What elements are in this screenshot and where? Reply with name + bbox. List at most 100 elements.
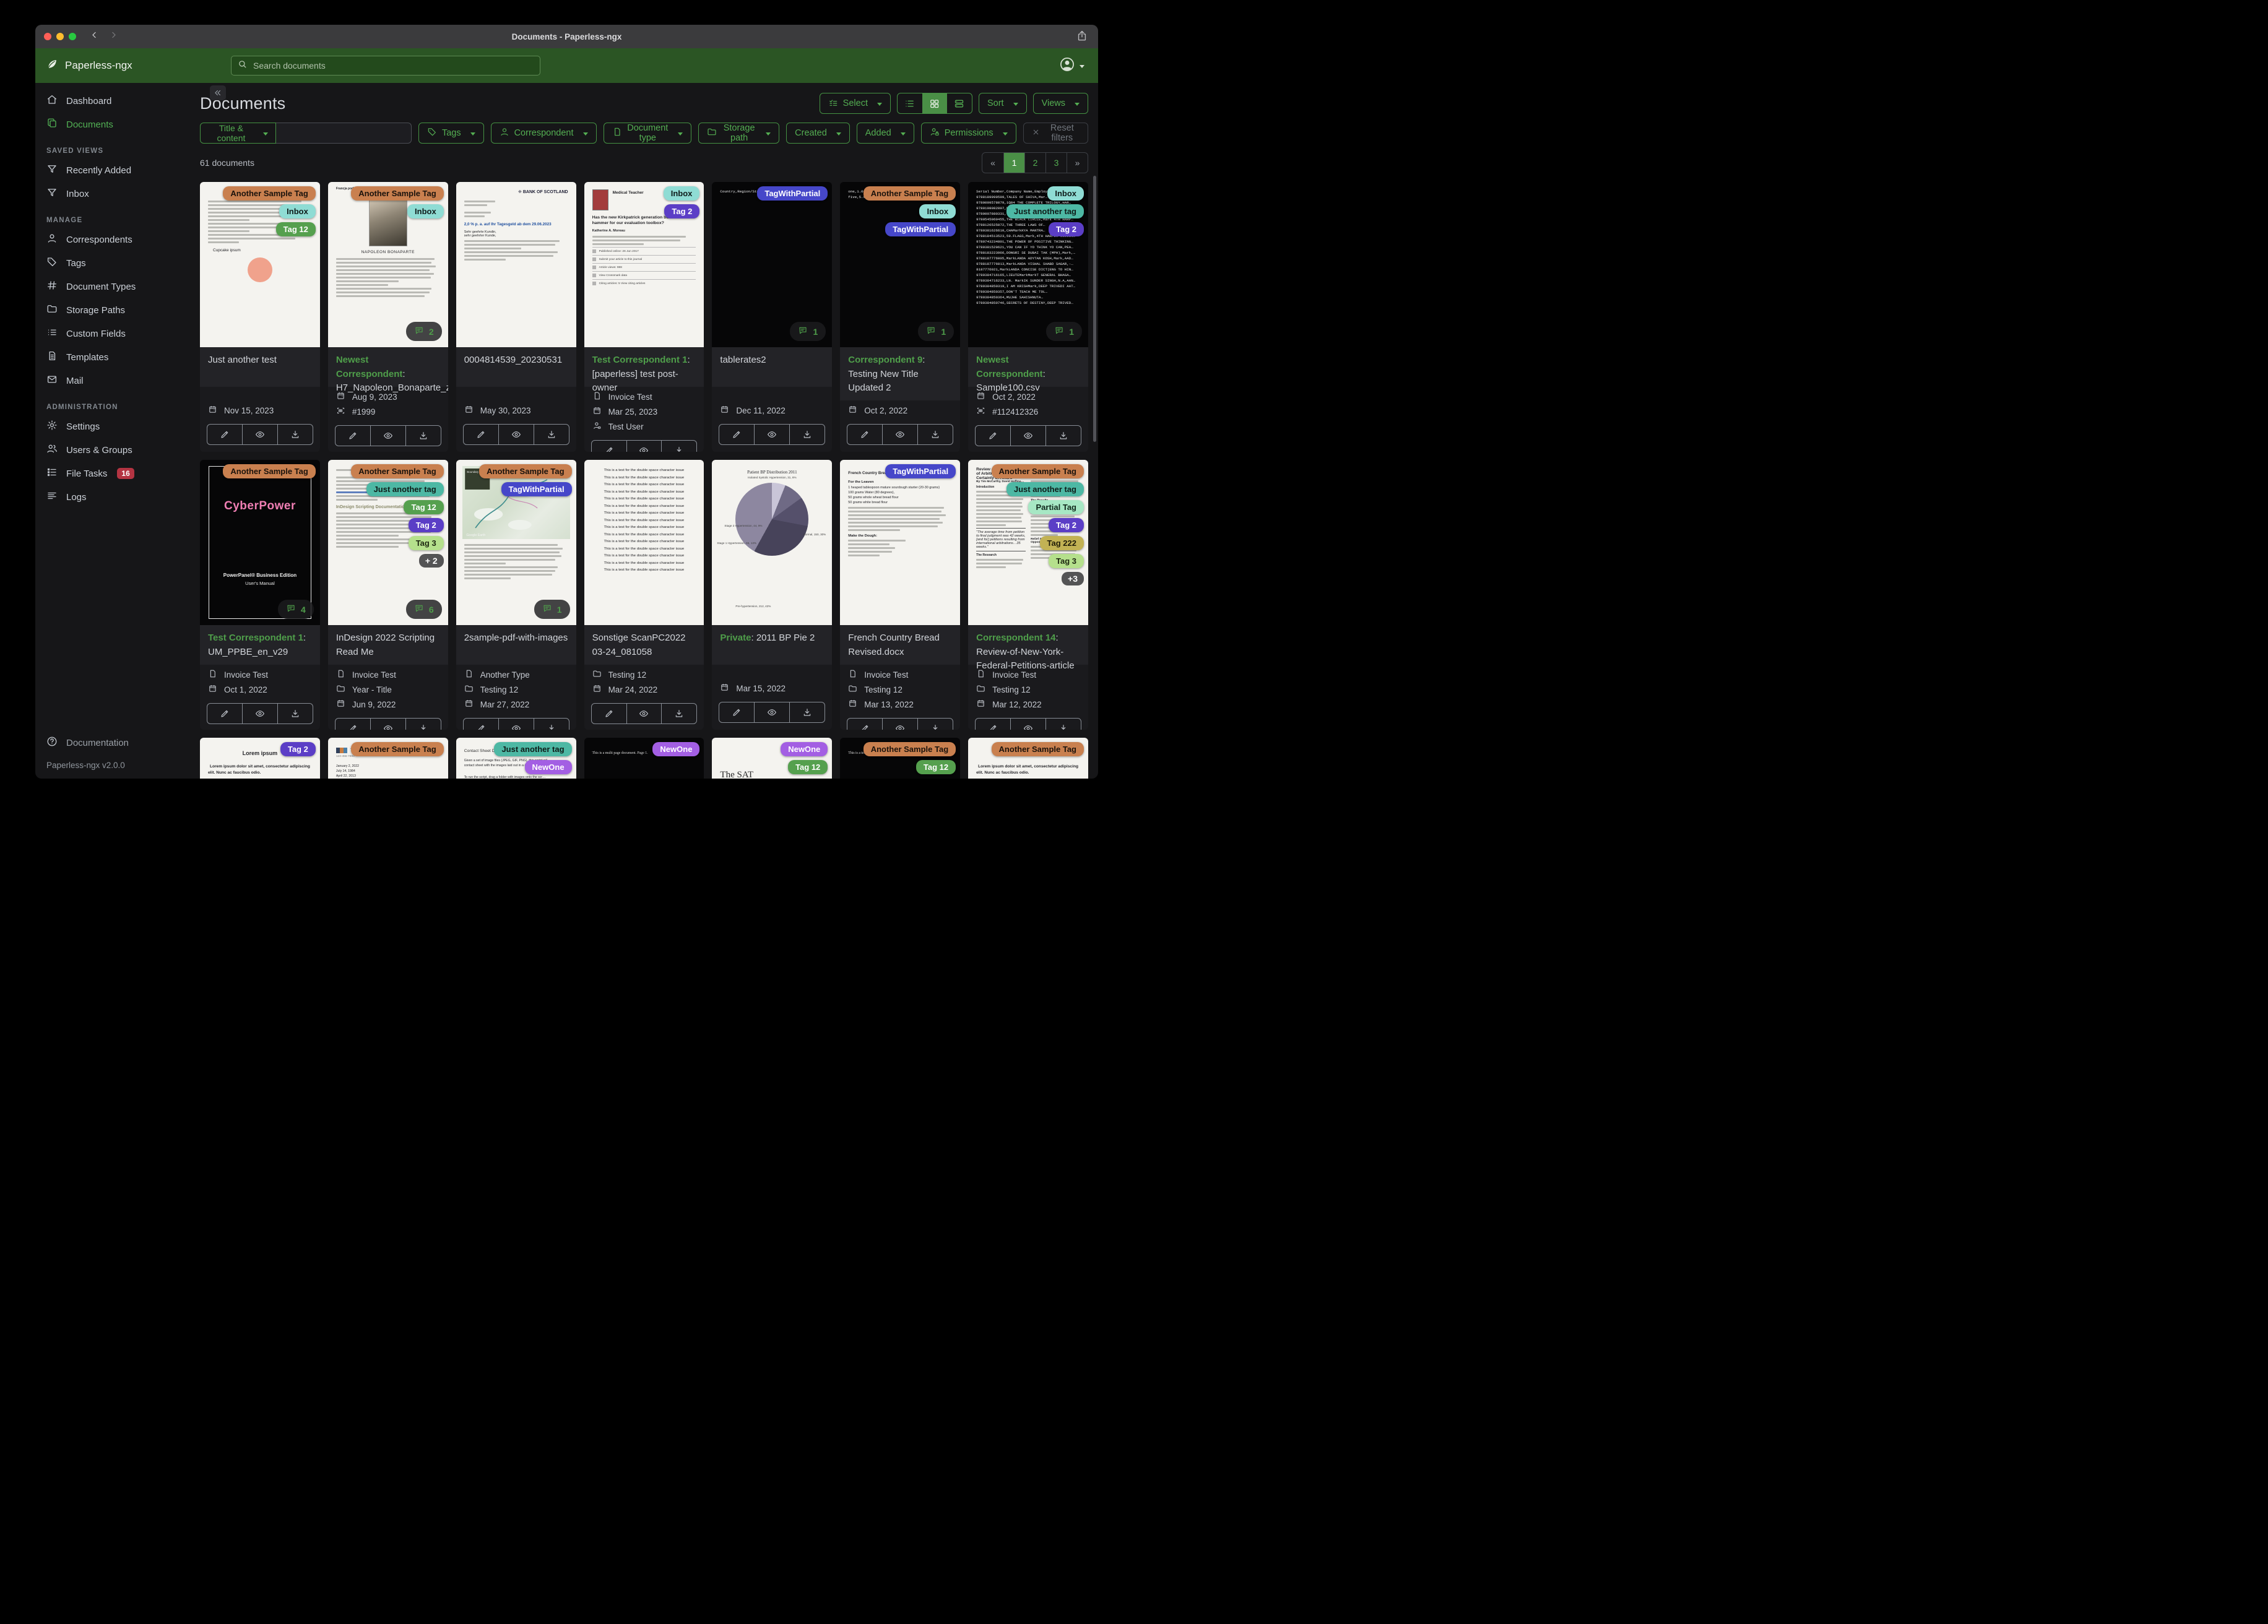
tag-pill-another-sample-tag[interactable]: Another Sample Tag (991, 742, 1084, 756)
filter-tags-button[interactable]: Tags (418, 123, 484, 144)
tag-pill-inbox[interactable]: Inbox (663, 186, 700, 201)
document-thumbnail[interactable]: This is a test for the double space char… (584, 460, 704, 625)
document-thumbnail[interactable]: Lorem ipsumLorem ipsum dolor sit amet, c… (968, 738, 1088, 779)
tag-pill-another-sample-tag[interactable]: Another Sample Tag (223, 464, 316, 478)
view-button[interactable] (1010, 425, 1047, 446)
filter-correspondent-button[interactable]: Correspondent (490, 123, 597, 144)
edit-button[interactable] (847, 718, 883, 730)
tag-pill-tag-2[interactable]: Tag 2 (1049, 518, 1084, 532)
sidebar-item-storage-paths[interactable]: Storage Paths (35, 298, 190, 322)
tag-pill-another-sample-tag[interactable]: Another Sample Tag (863, 742, 956, 756)
edit-button[interactable] (462, 718, 499, 730)
tag-pill-just-another-tag[interactable]: Just another tag (1006, 482, 1084, 496)
card-title[interactable]: Just another test (200, 347, 320, 387)
download-button[interactable] (405, 425, 441, 446)
document-thumbnail[interactable]: The SATPracticeTest #1Make time to take … (712, 738, 833, 779)
edit-button[interactable] (334, 718, 371, 730)
card-title[interactable]: Test Correspondent 1: [paperless] test p… (584, 347, 704, 393)
share-icon[interactable] (1076, 30, 1088, 45)
view-button[interactable] (498, 424, 534, 445)
edit-button[interactable] (591, 440, 627, 452)
tag-pill-another-sample-tag[interactable]: Another Sample Tag (351, 742, 444, 756)
view-button[interactable] (370, 718, 406, 730)
edit-button[interactable] (207, 703, 243, 724)
tag-pill-inbox[interactable]: Inbox (279, 204, 316, 218)
card-title[interactable]: Correspondent 9: Testing New Title Updat… (840, 347, 961, 400)
view-button[interactable] (754, 424, 790, 445)
view-button[interactable] (626, 703, 662, 724)
reset-filters-button[interactable]: Reset filters (1023, 123, 1089, 144)
tag-pill-tag-3[interactable]: Tag 3 (408, 536, 444, 550)
filter-permissions-button[interactable]: Permissions (920, 123, 1016, 144)
document-thumbnail[interactable]: Boundary Waters TripGoogle EarthAnother … (456, 460, 576, 625)
sidebar-item-dashboard[interactable]: Dashboard (35, 89, 190, 113)
tag-pill-tag-2[interactable]: Tag 2 (280, 742, 316, 756)
sidebar-item-inbox[interactable]: Inbox (35, 182, 190, 205)
document-thumbnail[interactable]: CyberPower PowerPanel® Business Edition Us… (200, 460, 320, 625)
document-card[interactable]: CyberPower PowerPanel® Business Edition Us… (200, 460, 320, 730)
tag-pill-another-sample-tag[interactable]: Another Sample Tag (479, 464, 572, 478)
comment-count-badge[interactable]: 4 (278, 600, 314, 619)
view-button[interactable] (241, 424, 278, 445)
download-button[interactable] (533, 424, 569, 445)
card-title[interactable]: 0004814539_20230531 (456, 347, 576, 387)
document-thumbnail[interactable]: Contact Sheet Demo Given a set of image f… (456, 738, 576, 779)
tag-pill-tag-222[interactable]: Tag 222 (1039, 536, 1084, 550)
document-card[interactable]: This is a test… Another Sample Tag Tag 12 (840, 738, 961, 779)
card-correspondent[interactable]: Private (720, 633, 751, 643)
global-search[interactable] (231, 56, 540, 76)
card-correspondent[interactable]: Correspondent 14 (976, 633, 1055, 643)
card-correspondent[interactable]: Test Correspondent 1 (208, 633, 303, 643)
document-card[interactable]: Country,Region/State,“… TagWithPartial 1 ta… (712, 182, 833, 452)
sidebar-collapse-button[interactable] (210, 85, 226, 100)
tag-pill-tagwithpartial[interactable]: TagWithPartial (885, 464, 956, 478)
view-grid-button[interactable] (922, 93, 947, 113)
document-card[interactable]: ❈ BANK OF SCOTLAND 2,0 % p. a. auf Ihr Ta… (456, 182, 576, 452)
view-button[interactable] (241, 703, 278, 724)
document-card[interactable]: The SATPracticeTest #1Make time to take … (712, 738, 833, 779)
document-thumbnail[interactable]: Serial Number,Company Name,Employe… 97881… (968, 182, 1088, 347)
document-card[interactable]: InDesign Scripting Documentation Another … (327, 460, 448, 730)
tag-pill-another-sample-tag[interactable]: Another Sample Tag (991, 464, 1084, 478)
view-detail-button[interactable] (947, 93, 972, 113)
document-card[interactable]: Review ofof Arbitral AwardsCertainty of … (968, 460, 1088, 730)
download-button[interactable] (661, 703, 698, 724)
document-card[interactable]: Serial Number,Company Name,Employe… 97881… (968, 182, 1088, 452)
views-button[interactable]: Views (1032, 93, 1088, 114)
tag-pill-just-another-tag[interactable]: Just another tag (494, 742, 572, 756)
comment-count-badge[interactable]: 1 (534, 600, 570, 619)
sidebar-item-templates[interactable]: Templates (35, 345, 190, 369)
tag-pill-newone[interactable]: NewOne (652, 742, 700, 756)
download-button[interactable] (789, 702, 826, 723)
document-card[interactable]: This is a test for the double space char… (584, 460, 704, 730)
tag-pill-just-another-tag[interactable]: Just another tag (366, 482, 444, 496)
card-title[interactable]: InDesign 2022 Scripting Read Me (327, 625, 448, 665)
download-button[interactable] (277, 703, 313, 724)
card-title[interactable]: Test Correspondent 1: UM_PPBE_en_v29 (200, 625, 320, 665)
download-button[interactable] (917, 424, 954, 445)
sidebar-item-documents[interactable]: Documents (35, 113, 190, 136)
user-menu[interactable] (1059, 56, 1084, 76)
view-button[interactable] (754, 702, 790, 723)
pagination-page-3[interactable]: 3 (1045, 153, 1067, 173)
card-title[interactable]: French Country Bread Revised.docx (840, 625, 961, 665)
document-card[interactable]: one,1.0 five,5.0 Another Sample Tag Inbox Ta… (840, 182, 961, 452)
filter-storage-path-button[interactable]: Storage path (698, 123, 780, 144)
document-card[interactable]: Adobe Acrobat PDF FilesCupcake ipsumAnot… (200, 182, 320, 452)
card-title[interactable]: tablerates2 (712, 347, 833, 387)
title-content-dropdown[interactable]: Title & content (200, 123, 276, 144)
tag-pill-inbox[interactable]: Inbox (919, 204, 956, 218)
download-button[interactable] (789, 424, 826, 445)
document-thumbnail[interactable]: Review ofof Arbitral AwardsCertainty of … (968, 460, 1088, 625)
tag-pill-newone[interactable]: NewOne (781, 742, 828, 756)
document-thumbnail[interactable]: This is a test… Another Sample Tag Tag 12 (840, 738, 961, 779)
tag-pill-inbox[interactable]: Inbox (407, 204, 444, 218)
document-thumbnail[interactable]: French Country Bread For the Leaven 1 heap… (840, 460, 961, 625)
document-thumbnail[interactable]: InDesign Scripting Documentation Another … (327, 460, 448, 625)
comment-count-badge[interactable]: 1 (918, 322, 954, 341)
view-button[interactable] (498, 718, 534, 730)
filter-document-type-button[interactable]: Document type (603, 123, 692, 144)
tag-pill-partial-tag[interactable]: Partial Tag (1028, 500, 1084, 514)
document-card[interactable]: Test Name123-456-7890January 2, 2022July… (327, 738, 448, 779)
tag-pill-another-sample-tag[interactable]: Another Sample Tag (351, 464, 444, 478)
